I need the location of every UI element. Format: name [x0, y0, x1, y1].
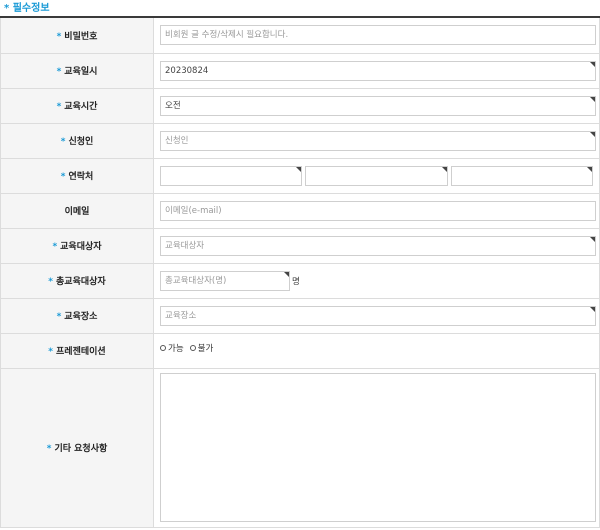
target-input[interactable]: 교육대상자 [160, 235, 596, 256]
row-applicant: * 신청인 신청인 [0, 123, 600, 159]
password-input[interactable]: 비회원 글 수정/삭제시 필요합니다. [160, 25, 596, 46]
request-label: * 기타 요청사항 [0, 368, 154, 528]
presentation-option-yes[interactable]: 가능 [160, 342, 184, 354]
contact-input-1[interactable] [160, 165, 303, 186]
presentation-options: 가능 불가 [160, 342, 593, 354]
section-title: * 필수정보 [0, 0, 600, 18]
place-label: * 교육장소 [0, 298, 154, 334]
total-target-label: * 총교육대상자 [0, 263, 154, 299]
row-total-target: * 총교육대상자 총교육대상자(명) 명 [0, 263, 600, 299]
radio-icon[interactable] [160, 344, 166, 351]
row-contact: * 연락처 [0, 158, 600, 194]
contact-input-2[interactable] [305, 165, 448, 186]
radio-icon[interactable] [189, 344, 196, 351]
row-request: * 기타 요청사항 [0, 368, 600, 528]
total-target-input[interactable]: 총교육대상자(명) [160, 270, 290, 291]
section-star: * [4, 3, 10, 14]
target-label: * 교육대상자 [0, 228, 154, 264]
email-label: 이메일 [0, 193, 154, 229]
place-input[interactable]: 교육장소 [160, 305, 596, 326]
contact-inputs [160, 165, 593, 186]
contact-label: * 연락처 [0, 158, 154, 194]
row-place: * 교육장소 교육장소 [0, 298, 600, 334]
email-input[interactable]: 이메일(e-mail) [160, 200, 596, 221]
presentation-option-no[interactable]: 불가 [189, 342, 213, 354]
contact-input-3[interactable] [450, 165, 593, 186]
row-presentation: * 프레젠테이션 가능 불가 [0, 333, 600, 369]
presentation-label: * 프레젠테이션 [0, 333, 154, 369]
row-target: * 교육대상자 교육대상자 [0, 228, 600, 264]
row-password: * 비밀번호 비회원 글 수정/삭제시 필요합니다. [0, 18, 600, 54]
edu-time-input[interactable]: 오전 [160, 95, 596, 116]
applicant-input[interactable]: 신청인 [160, 130, 596, 151]
row-edu-time: * 교육시간 오전 [0, 88, 600, 124]
request-textarea[interactable] [160, 373, 596, 522]
section-title-text: 필수정보 [12, 3, 50, 14]
row-email: 이메일 이메일(e-mail) [0, 193, 600, 229]
total-target-unit: 명 [292, 276, 300, 287]
edu-date-label: * 교육일시 [0, 53, 154, 89]
row-edu-date: * 교육일시 20230824 [0, 53, 600, 89]
password-label: * 비밀번호 [0, 18, 154, 54]
edu-time-label: * 교육시간 [0, 88, 154, 124]
applicant-label: * 신청인 [0, 123, 154, 159]
edu-date-input[interactable]: 20230824 [160, 60, 596, 81]
required-info-form: * 비밀번호 비회원 글 수정/삭제시 필요합니다. * 교육일시 20230824… [0, 18, 600, 528]
